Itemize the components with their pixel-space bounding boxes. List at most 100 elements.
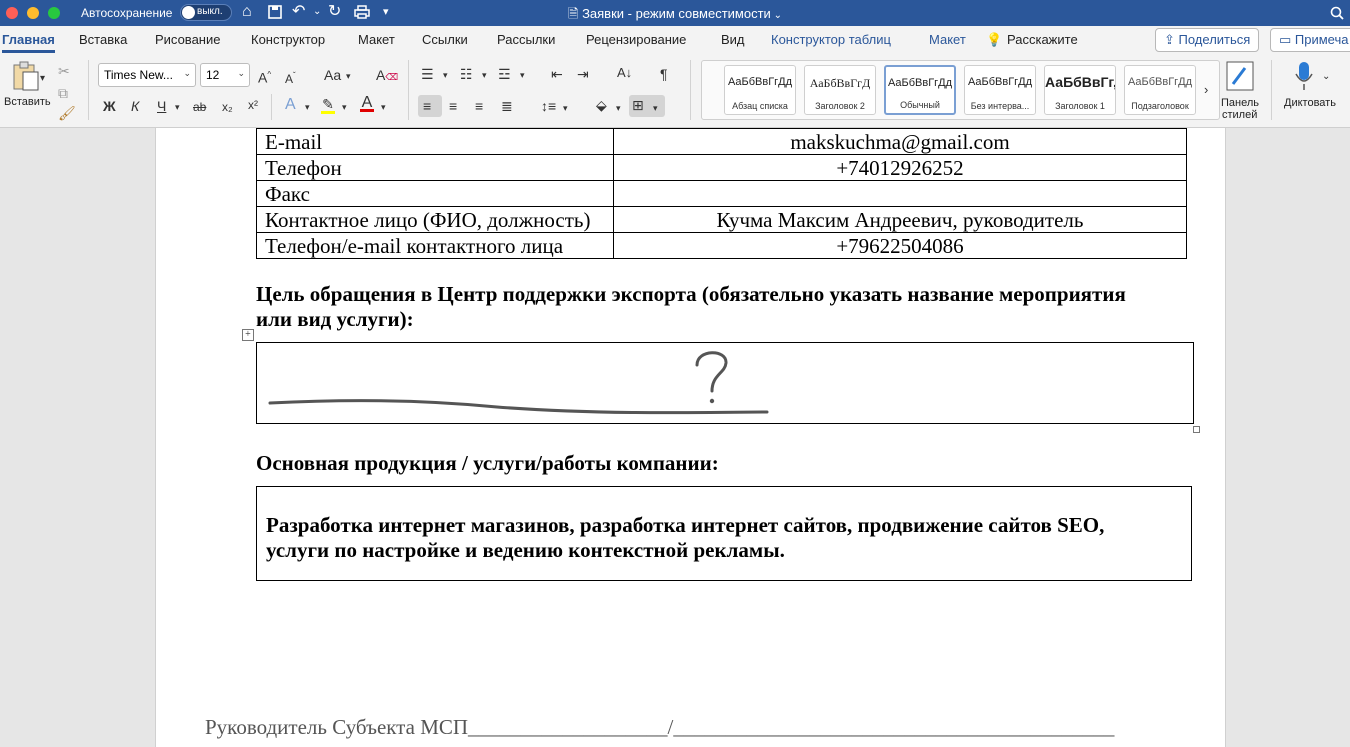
line-spacing-icon[interactable]: ↕≡: [541, 97, 556, 115]
style-normal[interactable]: АаБбВвГгДд Обычный: [884, 65, 956, 115]
tab-view[interactable]: Вид: [721, 32, 745, 47]
microphone-icon[interactable]: [1294, 60, 1314, 94]
format-painter-icon[interactable]: 🖌: [58, 104, 76, 122]
shading-icon[interactable]: ⬙: [596, 96, 607, 114]
table-resize-handle-icon[interactable]: [1193, 426, 1200, 433]
chevron-down-icon[interactable]: ▾: [305, 98, 310, 116]
style-name: Без интерва...: [970, 101, 1030, 111]
chevron-down-icon[interactable]: ⌄: [771, 10, 782, 21]
tab-draw[interactable]: Рисование: [155, 32, 220, 47]
chevron-down-icon[interactable]: ▾: [616, 99, 621, 117]
align-center-icon[interactable]: ≡: [449, 97, 457, 115]
paste-icon[interactable]: [8, 60, 44, 94]
table-row: E-mail makskuchma@gmail.com: [256, 128, 1187, 155]
style-no-spacing[interactable]: АаБбВвГгДд Без интерва...: [964, 65, 1036, 115]
style-sample: АаБбВвГгДд: [1127, 76, 1193, 88]
chevron-down-icon[interactable]: ▾: [346, 67, 351, 85]
bullets-icon[interactable]: ☰: [421, 65, 434, 83]
superscript-button[interactable]: x²: [248, 96, 258, 114]
chevron-right-icon[interactable]: ›: [1204, 81, 1208, 99]
document-page[interactable]: E-mail makskuchma@gmail.com Телефон +740…: [155, 128, 1226, 747]
text-effects-icon[interactable]: A: [285, 96, 296, 114]
table-cell-value[interactable]: makskuchma@gmail.com: [613, 128, 1187, 155]
style-heading-2[interactable]: АаБбВвГгД Заголовок 2: [804, 65, 876, 115]
shrink-font-icon[interactable]: Aˇ: [285, 67, 296, 88]
tab-references[interactable]: Ссылки: [422, 32, 468, 47]
grow-font-icon[interactable]: A^: [258, 66, 271, 87]
tab-mailings[interactable]: Рассылки: [497, 32, 555, 47]
tab-review[interactable]: Рецензирование: [586, 32, 686, 47]
tab-design[interactable]: Конструктор: [251, 32, 325, 47]
purpose-box[interactable]: [256, 342, 1194, 424]
tab-insert[interactable]: Вставка: [79, 32, 127, 47]
comments-button[interactable]: ▭ Примеча: [1270, 28, 1350, 52]
highlight-icon[interactable]: ✎: [321, 95, 335, 114]
table-cell-label[interactable]: Телефон: [256, 154, 614, 181]
style-sample: АаБбВвГгД: [809, 76, 871, 90]
align-left-icon[interactable]: ≡: [423, 97, 431, 115]
copy-icon[interactable]: ⧉: [58, 84, 68, 102]
table-move-handle-icon[interactable]: +: [242, 329, 254, 341]
chevron-down-icon: ⌄: [237, 68, 245, 78]
increase-indent-icon[interactable]: ⇥: [577, 65, 589, 83]
style-list-paragraph[interactable]: АаБбВвГгДд Абзац списка: [724, 65, 796, 115]
bold-button[interactable]: Ж: [103, 97, 116, 115]
italic-button[interactable]: К: [131, 97, 139, 115]
paste-dropdown-icon[interactable]: ▾: [40, 70, 45, 88]
font-name-select[interactable]: Times New... ⌄: [98, 63, 196, 87]
subscript-button[interactable]: x₂: [222, 98, 233, 116]
document-area[interactable]: E-mail makskuchma@gmail.com Телефон +740…: [0, 128, 1350, 747]
tab-table-layout[interactable]: Макет: [929, 32, 966, 47]
table-cell-value[interactable]: +74012926252: [613, 154, 1187, 181]
table-cell-label[interactable]: Контактное лицо (ФИО, должность): [256, 206, 614, 233]
products-text: Разработка интернет магазинов, разработк…: [266, 513, 1166, 563]
change-case-icon[interactable]: Aa: [324, 66, 341, 84]
multilevel-list-icon[interactable]: ☲: [498, 65, 511, 83]
strikethrough-button[interactable]: ab: [193, 98, 206, 116]
tab-home[interactable]: Главная: [2, 32, 55, 53]
chevron-down-icon[interactable]: ⌄: [1322, 68, 1330, 86]
styles-pane-icon[interactable]: [1224, 60, 1256, 94]
document-title: Заявки - режим совместимости: [582, 6, 771, 21]
table-cell-value[interactable]: +79622504086: [613, 232, 1187, 259]
share-button[interactable]: ⇪ Поделиться: [1155, 28, 1260, 52]
comments-label: Примеча: [1294, 32, 1349, 47]
table-cell-value[interactable]: Кучма Максим Андреевич, руководитель: [613, 206, 1187, 233]
table-cell-label[interactable]: E-mail: [256, 128, 614, 155]
style-subtitle[interactable]: АаБбВвГгДд Подзаголовок: [1124, 65, 1196, 115]
chevron-down-icon[interactable]: ▾: [563, 99, 568, 117]
products-box[interactable]: Разработка интернет магазинов, разработк…: [256, 486, 1192, 581]
tab-layout[interactable]: Макет: [358, 32, 395, 47]
cut-icon[interactable]: ✂: [58, 62, 70, 80]
style-heading-1[interactable]: АаБбВвГг, Заголовок 1: [1044, 65, 1116, 115]
justify-icon[interactable]: ≣: [501, 97, 513, 115]
show-formatting-icon[interactable]: ¶: [660, 65, 668, 83]
clear-formatting-icon[interactable]: A⌫: [376, 66, 398, 86]
search-icon[interactable]: [1330, 2, 1344, 24]
table-cell-value[interactable]: [613, 180, 1187, 207]
separator: [88, 60, 89, 120]
chevron-down-icon[interactable]: ▾: [443, 66, 448, 84]
products-line1: Разработка интернет магазинов, разработк…: [266, 513, 1105, 537]
table-cell-label[interactable]: Факс: [256, 180, 614, 207]
chevron-down-icon[interactable]: ▾: [342, 98, 347, 116]
tab-table-design[interactable]: Конструктор таблиц: [771, 32, 891, 47]
sort-icon[interactable]: A↓: [617, 64, 632, 82]
chevron-down-icon[interactable]: ▾: [175, 98, 180, 116]
align-right-icon[interactable]: ≡: [475, 97, 483, 115]
font-size-select[interactable]: 12 ⌄: [200, 63, 250, 87]
table-cell-label[interactable]: Телефон/e-mail контактного лица: [256, 232, 614, 259]
numbering-icon[interactable]: ☷: [460, 65, 473, 83]
tab-tell-me[interactable]: Расскажите: [1007, 32, 1078, 47]
chevron-down-icon[interactable]: ▾: [381, 98, 386, 116]
document-title-wrap: 🗎 Заявки - режим совместимости ⌄: [0, 5, 1350, 27]
decrease-indent-icon[interactable]: ⇤: [551, 65, 563, 83]
chevron-down-icon[interactable]: ▾: [653, 99, 658, 117]
chevron-down-icon[interactable]: ▾: [482, 66, 487, 84]
chevron-down-icon[interactable]: ▾: [520, 66, 525, 84]
table-row: Телефон +74012926252: [256, 154, 1187, 181]
borders-icon[interactable]: ⊞: [632, 96, 644, 114]
underline-button[interactable]: Ч: [157, 97, 166, 115]
chevron-down-icon: ⌄: [183, 68, 191, 78]
font-color-icon[interactable]: A: [360, 94, 374, 112]
